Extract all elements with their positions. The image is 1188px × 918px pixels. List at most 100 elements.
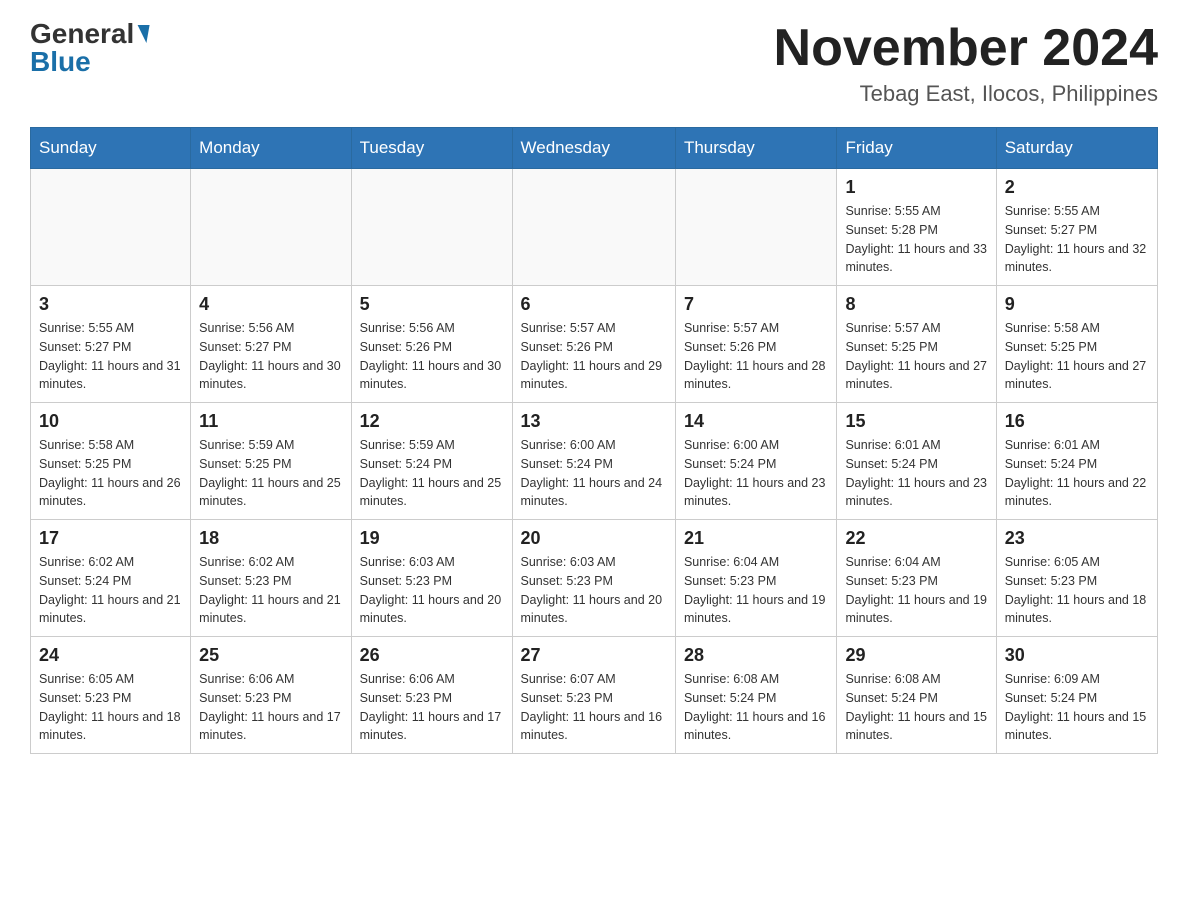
day-number: 3 bbox=[39, 294, 182, 315]
day-number: 21 bbox=[684, 528, 829, 549]
day-info: Sunrise: 5:57 AMSunset: 5:25 PMDaylight:… bbox=[845, 319, 987, 394]
day-number: 22 bbox=[845, 528, 987, 549]
day-info: Sunrise: 6:06 AMSunset: 5:23 PMDaylight:… bbox=[199, 670, 342, 745]
calendar-cell: 20 Sunrise: 6:03 AMSunset: 5:23 PMDayligh… bbox=[512, 520, 675, 637]
column-header-friday: Friday bbox=[837, 128, 996, 169]
calendar-cell: 25 Sunrise: 6:06 AMSunset: 5:23 PMDayligh… bbox=[191, 637, 351, 754]
day-info: Sunrise: 5:57 AMSunset: 5:26 PMDaylight:… bbox=[521, 319, 667, 394]
calendar-cell: 29 Sunrise: 6:08 AMSunset: 5:24 PMDayligh… bbox=[837, 637, 996, 754]
day-info: Sunrise: 6:08 AMSunset: 5:24 PMDaylight:… bbox=[845, 670, 987, 745]
day-number: 7 bbox=[684, 294, 829, 315]
logo-general-text: General bbox=[30, 20, 148, 48]
day-number: 19 bbox=[360, 528, 504, 549]
day-info: Sunrise: 5:55 AMSunset: 5:28 PMDaylight:… bbox=[845, 202, 987, 277]
day-number: 9 bbox=[1005, 294, 1149, 315]
calendar-table: SundayMondayTuesdayWednesdayThursdayFrid… bbox=[30, 127, 1158, 754]
day-number: 6 bbox=[521, 294, 667, 315]
calendar-cell: 17 Sunrise: 6:02 AMSunset: 5:24 PMDayligh… bbox=[31, 520, 191, 637]
calendar-cell: 5 Sunrise: 5:56 AMSunset: 5:26 PMDaylight… bbox=[351, 286, 512, 403]
calendar-cell: 11 Sunrise: 5:59 AMSunset: 5:25 PMDayligh… bbox=[191, 403, 351, 520]
day-number: 15 bbox=[845, 411, 987, 432]
day-info: Sunrise: 6:03 AMSunset: 5:23 PMDaylight:… bbox=[360, 553, 504, 628]
day-info: Sunrise: 6:04 AMSunset: 5:23 PMDaylight:… bbox=[845, 553, 987, 628]
calendar-cell: 1Sunrise: 5:55 AMSunset: 5:28 PMDaylight… bbox=[837, 169, 996, 286]
day-number: 18 bbox=[199, 528, 342, 549]
calendar-cell: 21 Sunrise: 6:04 AMSunset: 5:23 PMDayligh… bbox=[675, 520, 837, 637]
calendar-cell: 24Sunrise: 6:05 AMSunset: 5:23 PMDayligh… bbox=[31, 637, 191, 754]
day-info: Sunrise: 5:56 AMSunset: 5:26 PMDaylight:… bbox=[360, 319, 504, 394]
calendar-cell: 3 Sunrise: 5:55 AMSunset: 5:27 PMDaylight… bbox=[31, 286, 191, 403]
calendar-cell bbox=[191, 169, 351, 286]
day-info: Sunrise: 6:00 AMSunset: 5:24 PMDaylight:… bbox=[684, 436, 829, 511]
week-row-4: 17 Sunrise: 6:02 AMSunset: 5:24 PMDayligh… bbox=[31, 520, 1158, 637]
calendar-cell: 30 Sunrise: 6:09 AMSunset: 5:24 PMDayligh… bbox=[996, 637, 1157, 754]
day-info: Sunrise: 5:59 AMSunset: 5:25 PMDaylight:… bbox=[199, 436, 342, 511]
day-number: 23 bbox=[1005, 528, 1149, 549]
column-header-wednesday: Wednesday bbox=[512, 128, 675, 169]
column-header-saturday: Saturday bbox=[996, 128, 1157, 169]
calendar-cell: 12 Sunrise: 5:59 AMSunset: 5:24 PMDayligh… bbox=[351, 403, 512, 520]
day-info: Sunrise: 6:05 AMSunset: 5:23 PMDaylight:… bbox=[1005, 553, 1149, 628]
day-info: Sunrise: 5:55 AMSunset: 5:27 PMDaylight:… bbox=[1005, 202, 1149, 277]
day-info: Sunrise: 5:56 AMSunset: 5:27 PMDaylight:… bbox=[199, 319, 342, 394]
day-info: Sunrise: 6:07 AMSunset: 5:23 PMDaylight:… bbox=[521, 670, 667, 745]
calendar-cell: 19 Sunrise: 6:03 AMSunset: 5:23 PMDayligh… bbox=[351, 520, 512, 637]
day-number: 28 bbox=[684, 645, 829, 666]
column-header-tuesday: Tuesday bbox=[351, 128, 512, 169]
day-info: Sunrise: 6:09 AMSunset: 5:24 PMDaylight:… bbox=[1005, 670, 1149, 745]
calendar-cell: 15Sunrise: 6:01 AMSunset: 5:24 PMDayligh… bbox=[837, 403, 996, 520]
day-info: Sunrise: 6:08 AMSunset: 5:24 PMDaylight:… bbox=[684, 670, 829, 745]
logo: General Blue bbox=[30, 20, 148, 76]
calendar-cell bbox=[31, 169, 191, 286]
calendar-cell: 2 Sunrise: 5:55 AMSunset: 5:27 PMDaylight… bbox=[996, 169, 1157, 286]
day-number: 11 bbox=[199, 411, 342, 432]
column-header-monday: Monday bbox=[191, 128, 351, 169]
day-number: 25 bbox=[199, 645, 342, 666]
calendar-cell bbox=[675, 169, 837, 286]
calendar-cell: 6 Sunrise: 5:57 AMSunset: 5:26 PMDaylight… bbox=[512, 286, 675, 403]
day-number: 29 bbox=[845, 645, 987, 666]
day-number: 10 bbox=[39, 411, 182, 432]
week-row-2: 3 Sunrise: 5:55 AMSunset: 5:27 PMDaylight… bbox=[31, 286, 1158, 403]
day-info: Sunrise: 6:04 AMSunset: 5:23 PMDaylight:… bbox=[684, 553, 829, 628]
title-section: November 2024 Tebag East, Ilocos, Philip… bbox=[774, 20, 1158, 107]
location-subtitle: Tebag East, Ilocos, Philippines bbox=[774, 81, 1158, 107]
day-info: Sunrise: 5:59 AMSunset: 5:24 PMDaylight:… bbox=[360, 436, 504, 511]
day-info: Sunrise: 6:00 AMSunset: 5:24 PMDaylight:… bbox=[521, 436, 667, 511]
calendar-cell bbox=[351, 169, 512, 286]
calendar-cell: 27 Sunrise: 6:07 AMSunset: 5:23 PMDayligh… bbox=[512, 637, 675, 754]
day-number: 13 bbox=[521, 411, 667, 432]
day-info: Sunrise: 6:03 AMSunset: 5:23 PMDaylight:… bbox=[521, 553, 667, 628]
day-info: Sunrise: 5:57 AMSunset: 5:26 PMDaylight:… bbox=[684, 319, 829, 394]
day-info: Sunrise: 5:58 AMSunset: 5:25 PMDaylight:… bbox=[39, 436, 182, 511]
day-number: 12 bbox=[360, 411, 504, 432]
day-number: 27 bbox=[521, 645, 667, 666]
day-info: Sunrise: 6:05 AMSunset: 5:23 PMDaylight:… bbox=[39, 670, 182, 745]
day-number: 5 bbox=[360, 294, 504, 315]
day-number: 20 bbox=[521, 528, 667, 549]
day-number: 17 bbox=[39, 528, 182, 549]
day-info: Sunrise: 5:58 AMSunset: 5:25 PMDaylight:… bbox=[1005, 319, 1149, 394]
day-number: 16 bbox=[1005, 411, 1149, 432]
day-number: 30 bbox=[1005, 645, 1149, 666]
day-number: 2 bbox=[1005, 177, 1149, 198]
day-info: Sunrise: 6:02 AMSunset: 5:24 PMDaylight:… bbox=[39, 553, 182, 628]
calendar-cell: 10 Sunrise: 5:58 AMSunset: 5:25 PMDayligh… bbox=[31, 403, 191, 520]
calendar-cell: 7 Sunrise: 5:57 AMSunset: 5:26 PMDaylight… bbox=[675, 286, 837, 403]
calendar-cell: 9 Sunrise: 5:58 AMSunset: 5:25 PMDaylight… bbox=[996, 286, 1157, 403]
calendar-cell: 18 Sunrise: 6:02 AMSunset: 5:23 PMDayligh… bbox=[191, 520, 351, 637]
calendar-header-row: SundayMondayTuesdayWednesdayThursdayFrid… bbox=[31, 128, 1158, 169]
calendar-cell: 26Sunrise: 6:06 AMSunset: 5:23 PMDayligh… bbox=[351, 637, 512, 754]
day-info: Sunrise: 6:01 AMSunset: 5:24 PMDaylight:… bbox=[1005, 436, 1149, 511]
calendar-cell: 4Sunrise: 5:56 AMSunset: 5:27 PMDaylight… bbox=[191, 286, 351, 403]
day-info: Sunrise: 6:02 AMSunset: 5:23 PMDaylight:… bbox=[199, 553, 342, 628]
calendar-cell: 8 Sunrise: 5:57 AMSunset: 5:25 PMDaylight… bbox=[837, 286, 996, 403]
day-info: Sunrise: 5:55 AMSunset: 5:27 PMDaylight:… bbox=[39, 319, 182, 394]
column-header-thursday: Thursday bbox=[675, 128, 837, 169]
day-number: 14 bbox=[684, 411, 829, 432]
day-info: Sunrise: 6:06 AMSunset: 5:23 PMDaylight:… bbox=[360, 670, 504, 745]
week-row-1: 1Sunrise: 5:55 AMSunset: 5:28 PMDaylight… bbox=[31, 169, 1158, 286]
day-number: 8 bbox=[845, 294, 987, 315]
column-header-sunday: Sunday bbox=[31, 128, 191, 169]
logo-blue-text: Blue bbox=[30, 48, 91, 76]
